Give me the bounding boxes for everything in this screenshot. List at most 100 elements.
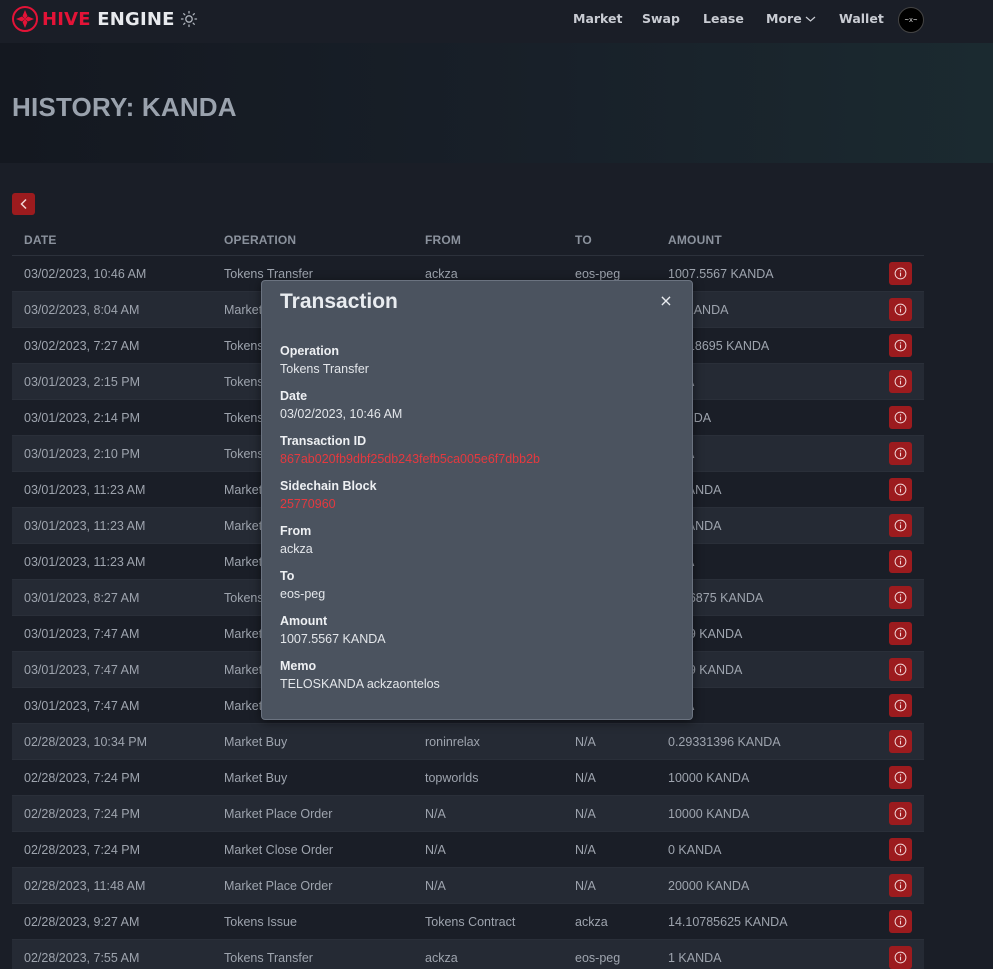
back-button[interactable]: [12, 193, 35, 215]
cell-date: 03/01/2023, 7:47 AM: [24, 663, 140, 677]
table-row: 02/28/2023, 9:27 AM Tokens Issue Tokens Co…: [12, 904, 924, 940]
row-info-button[interactable]: [889, 262, 912, 285]
info-icon: [894, 771, 907, 784]
cell-to: N/A: [575, 807, 596, 821]
nav-more-dropdown[interactable]: More: [766, 11, 816, 26]
cell-operation: Tokens Transfer: [224, 951, 313, 965]
row-info-button[interactable]: [889, 586, 912, 609]
cell-operation: Market: [224, 699, 263, 713]
cell-amount: 0 KANDA: [668, 843, 722, 857]
modal-field: Operation Tokens Transfer: [280, 343, 369, 379]
cell-date: 03/01/2023, 7:47 AM: [24, 699, 140, 713]
info-icon: [894, 951, 907, 964]
modal-field-value: eos-peg: [280, 587, 326, 601]
cell-operation: Tokens: [224, 411, 264, 425]
info-icon: [894, 735, 907, 748]
info-icon: [894, 699, 907, 712]
cell-to: N/A: [575, 843, 596, 857]
cell-date: 03/01/2023, 2:15 PM: [24, 375, 141, 389]
cell-operation: Market: [224, 519, 263, 533]
nav-wallet[interactable]: Wallet: [839, 11, 884, 26]
cell-operation: Market: [224, 555, 263, 569]
hive-logo-icon: [12, 6, 38, 32]
cell-amount: 0.29331396 KANDA: [668, 735, 781, 749]
nav-market[interactable]: Market: [573, 11, 622, 26]
avatar[interactable]: ~x~: [898, 7, 924, 33]
cell-operation: Market Place Order: [224, 807, 333, 821]
modal-field: Sidechain Block 25770960: [280, 478, 377, 514]
modal-field-link[interactable]: 25770960: [280, 494, 377, 514]
nav-swap[interactable]: Swap: [642, 11, 680, 26]
cell-amount: 1 KANDA: [668, 951, 722, 965]
row-info-button[interactable]: [889, 694, 912, 717]
info-icon: [894, 663, 907, 676]
modal-field-label: Transaction ID: [280, 434, 367, 448]
chevron-left-icon: [19, 198, 27, 210]
info-icon: [894, 339, 907, 352]
cell-to: N/A: [575, 771, 596, 785]
cell-operation: Market: [224, 627, 263, 641]
column-header-operation: OPERATION: [224, 233, 297, 247]
cell-date: 02/28/2023, 7:24 PM: [24, 843, 141, 857]
cell-operation: Market: [224, 303, 263, 317]
cell-date: 02/28/2023, 7:24 PM: [24, 807, 141, 821]
row-info-button[interactable]: [889, 622, 912, 645]
row-info-button[interactable]: [889, 658, 912, 681]
row-info-button[interactable]: [889, 334, 912, 357]
cell-amount: 10000 KANDA: [668, 771, 750, 785]
cell-amount: 1007.5567 KANDA: [668, 267, 774, 281]
cell-amount: 10000 KANDA: [668, 807, 750, 821]
row-info-button[interactable]: [889, 298, 912, 321]
cell-to: eos-peg: [575, 267, 621, 281]
cell-from: N/A: [425, 843, 446, 857]
table-row: 02/28/2023, 7:24 PM Market Buy topworlds N/…: [12, 760, 924, 796]
row-info-button[interactable]: [889, 910, 912, 933]
cell-to: eos-peg: [575, 951, 621, 965]
cell-date: 02/28/2023, 7:24 PM: [24, 771, 141, 785]
row-info-button[interactable]: [889, 838, 912, 861]
row-info-button[interactable]: [889, 550, 912, 573]
row-info-button[interactable]: [889, 874, 912, 897]
cell-date: 03/02/2023, 8:04 AM: [24, 303, 140, 317]
cell-amount: 20000 KANDA: [668, 879, 750, 893]
cell-to: ackza: [575, 915, 608, 929]
row-info-button[interactable]: [889, 766, 912, 789]
modal-field: Date 03/02/2023, 10:46 AM: [280, 388, 402, 424]
cell-from: Tokens Contract: [425, 915, 516, 929]
cell-operation: Tokens Transfer: [224, 267, 313, 281]
modal-field-label: Operation: [280, 344, 340, 358]
modal-field-label: From: [280, 524, 312, 538]
cell-operation: Tokens Issue: [224, 915, 297, 929]
table-row: 02/28/2023, 7:55 AM Tokens Transfer ackza e…: [12, 940, 924, 969]
row-info-button[interactable]: [889, 514, 912, 537]
row-info-button[interactable]: [889, 406, 912, 429]
modal-field-label: Memo: [280, 659, 317, 673]
info-icon: [894, 807, 907, 820]
info-icon: [894, 843, 907, 856]
row-info-button[interactable]: [889, 370, 912, 393]
modal-field: Memo TELOSKANDA ackzaontelos: [280, 658, 440, 694]
cell-operation: Tokens: [224, 447, 264, 461]
row-info-button[interactable]: [889, 946, 912, 969]
cell-date: 02/28/2023, 9:27 AM: [24, 915, 140, 929]
close-icon[interactable]: ×: [658, 293, 674, 309]
modal-field-value: 03/02/2023, 10:46 AM: [280, 407, 403, 421]
row-info-button[interactable]: [889, 478, 912, 501]
row-info-button[interactable]: [889, 730, 912, 753]
cell-operation: Market Place Order: [224, 879, 333, 893]
table-row: 02/28/2023, 11:48 AM Market Place Order N/…: [12, 868, 924, 904]
modal-field-link[interactable]: 867ab020fb9dbf25db243fefb5ca005e6f7dbb2b: [280, 449, 540, 469]
brand-name: HIVE ENGINE: [42, 9, 175, 30]
modal-field: Transaction ID 867ab020fb9dbf25db243fefb5…: [280, 433, 540, 469]
cell-to: N/A: [575, 879, 596, 893]
cell-from: ackza: [425, 951, 458, 965]
column-header-from: FROM: [425, 233, 462, 247]
nav-lease[interactable]: Lease: [703, 11, 744, 26]
row-info-button[interactable]: [889, 442, 912, 465]
brand-name-part2: ENGINE: [97, 8, 175, 30]
row-info-button[interactable]: [889, 802, 912, 825]
brand-logo-link[interactable]: HIVE ENGINE: [12, 6, 175, 32]
column-header-date: DATE: [24, 233, 57, 247]
sun-icon[interactable]: [180, 10, 198, 28]
modal-field: To eos-peg: [280, 568, 325, 604]
